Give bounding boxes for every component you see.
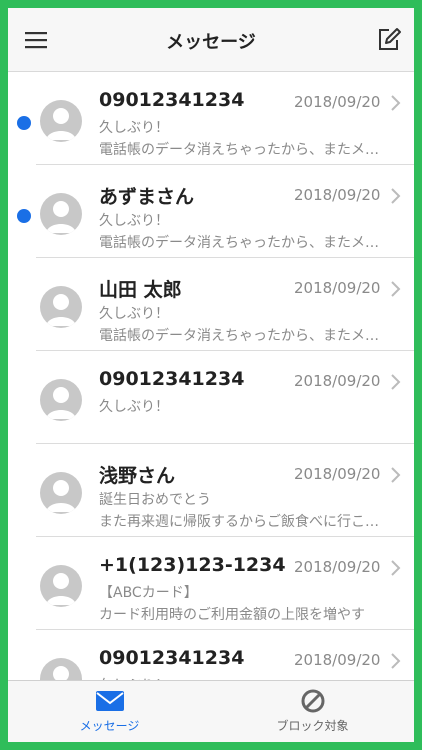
tab-messages[interactable]: メッセージ	[8, 681, 211, 742]
avatar-icon	[40, 193, 82, 235]
chevron-right-icon	[390, 559, 402, 577]
tab-messages-label: メッセージ	[79, 719, 140, 733]
message-list: 09012341234 2018/09/20 久しぶり！ 電話帳のデータ消えちゃったか…	[8, 72, 414, 680]
message-row[interactable]: 09012341234 2018/09/20 久しぶり！	[8, 351, 414, 444]
sender-name: 山田 太郎	[99, 279, 182, 301]
message-row[interactable]: 浅野さん 2018/09/20 誕生日おめでとうまた再来週に帰阪するからご飯食べに行…	[8, 444, 414, 537]
avatar-icon	[40, 472, 82, 514]
sender-name: 浅野さん	[99, 465, 176, 487]
chevron-right-icon	[390, 94, 402, 112]
message-preview-line1: 久しぶり！	[99, 306, 169, 322]
page-title: メッセージ	[166, 32, 256, 53]
message-date: 2018/09/20	[294, 465, 381, 483]
chevron-right-icon	[390, 373, 402, 391]
avatar-icon	[40, 286, 82, 328]
message-date: 2018/09/20	[294, 651, 381, 669]
message-preview-line2: また再来週に帰阪するからご飯食べに行こ…	[99, 514, 379, 530]
sender-name: 09012341234	[99, 368, 245, 390]
avatar-icon	[40, 100, 82, 142]
message-date: 2018/09/20	[294, 558, 381, 576]
message-row[interactable]: 山田 太郎 2018/09/20 久しぶり！ 電話帳のデータ消えちゃったから、またメ…	[8, 258, 414, 351]
block-icon	[298, 688, 328, 714]
unread-indicator	[17, 209, 31, 223]
navigation-bar: メッセージ	[8, 8, 414, 72]
avatar-icon	[40, 565, 82, 607]
sender-name: 09012341234	[99, 89, 245, 111]
unread-indicator	[17, 116, 31, 130]
sender-name: +1(123)123-1234	[99, 554, 286, 576]
compose-icon[interactable]	[376, 27, 402, 53]
message-preview-line2: カード利用時のご利用金額の上限を増やす	[99, 607, 365, 623]
message-preview-line2: 電話帳のデータ消えちゃったから、またメ…	[99, 142, 379, 158]
sender-name: あずまさん	[99, 186, 195, 208]
message-date: 2018/09/20	[294, 186, 381, 204]
chevron-right-icon	[390, 466, 402, 484]
message-preview-line1: 久しぶり！	[99, 120, 169, 136]
message-date: 2018/09/20	[294, 279, 381, 297]
message-preview-line2: 電話帳のデータ消えちゃったから、またメ…	[99, 235, 379, 251]
message-preview-line1: 久しぶり！	[99, 399, 169, 415]
avatar-icon	[40, 379, 82, 421]
message-row[interactable]: +1(123)123-1234 2018/09/20 【ABCカード】カード利用時の…	[8, 537, 414, 630]
message-row[interactable]: 09012341234 2018/09/20 久しぶり！ 電話帳のデータ消えちゃったか…	[8, 72, 414, 165]
tab-blocked-label: ブロック対象	[276, 719, 349, 733]
tab-bar: メッセージ ブロック対象	[8, 680, 414, 742]
envelope-icon	[95, 688, 125, 714]
chevron-right-icon	[390, 652, 402, 670]
message-preview-line1: 久しぶり！	[99, 213, 169, 229]
chevron-right-icon	[390, 187, 402, 205]
message-preview-line1: 誕生日おめでとう	[99, 492, 211, 508]
sender-name: 09012341234	[99, 647, 245, 669]
avatar-icon	[40, 658, 82, 680]
chevron-right-icon	[390, 280, 402, 298]
message-date: 2018/09/20	[294, 93, 381, 111]
phone-screen: メッセージ 09012341234 2018/09/20 久しぶり！ 電話帳のデータ消…	[8, 8, 414, 742]
message-preview-line2: 電話帳のデータ消えちゃったから、またメ…	[99, 328, 379, 344]
message-date: 2018/09/20	[294, 372, 381, 390]
message-row[interactable]: 090123412342018/09/20久しぶり！	[8, 630, 414, 680]
message-preview-line1: 【ABCカード】	[99, 585, 198, 601]
tab-blocked[interactable]: ブロック対象	[211, 681, 414, 742]
message-row[interactable]: あずまさん 2018/09/20 久しぶり！ 電話帳のデータ消えちゃったから、またメ…	[8, 165, 414, 258]
